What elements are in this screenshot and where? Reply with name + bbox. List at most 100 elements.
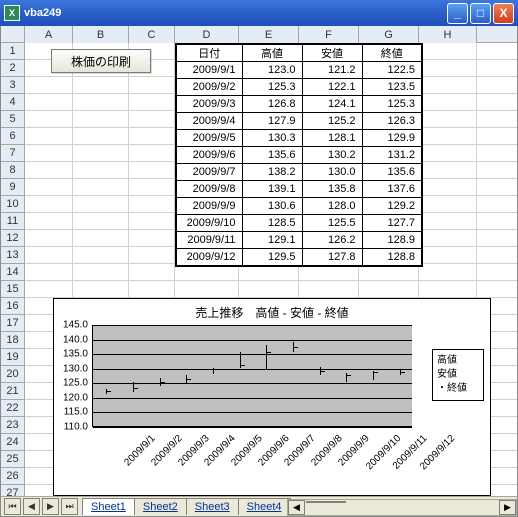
table-cell[interactable]: 122.1	[302, 79, 362, 96]
row-header[interactable]: 19	[1, 349, 24, 366]
table-cell[interactable]: 126.2	[302, 232, 362, 249]
table-cell[interactable]: 2009/9/11	[176, 232, 242, 249]
column-header[interactable]: F	[299, 26, 359, 43]
horizontal-scrollbar[interactable]: ◀ ▶	[287, 499, 517, 516]
chart[interactable]: 売上推移 高値 - 安値 - 終値 110.0115.0120.0125.013…	[53, 298, 491, 496]
table-cell[interactable]: 2009/9/8	[176, 181, 242, 198]
row-header[interactable]: 11	[1, 213, 24, 230]
table-cell[interactable]: 2009/9/6	[176, 147, 242, 164]
table-cell[interactable]: 128.1	[302, 130, 362, 147]
row-header[interactable]: 10	[1, 196, 24, 213]
row-header[interactable]: 26	[1, 468, 24, 485]
table-cell[interactable]: 2009/9/12	[176, 249, 242, 266]
column-header[interactable]: G	[359, 26, 419, 43]
table-cell[interactable]: 130.0	[302, 164, 362, 181]
row-header[interactable]: 12	[1, 230, 24, 247]
table-cell[interactable]: 127.8	[302, 249, 362, 266]
row-header[interactable]: 22	[1, 400, 24, 417]
table-cell[interactable]: 129.1	[242, 232, 302, 249]
column-header[interactable]: C	[129, 26, 175, 43]
table-cell[interactable]: 123.0	[242, 62, 302, 79]
table-cell[interactable]: 130.2	[302, 147, 362, 164]
scroll-left-button[interactable]: ◀	[288, 500, 305, 515]
row-header[interactable]: 3	[1, 77, 24, 94]
table-cell[interactable]: 2009/9/3	[176, 96, 242, 113]
stock-table[interactable]: 日付高値安値終値2009/9/1123.0121.2122.52009/9/21…	[175, 43, 423, 267]
minimize-button[interactable]: _	[447, 3, 468, 24]
table-cell[interactable]: 129.9	[362, 130, 422, 147]
row-header[interactable]: 18	[1, 332, 24, 349]
column-header[interactable]: A	[25, 26, 73, 43]
table-cell[interactable]: 121.2	[302, 62, 362, 79]
table-cell[interactable]: 130.3	[242, 130, 302, 147]
table-cell[interactable]: 135.8	[302, 181, 362, 198]
row-header[interactable]: 5	[1, 111, 24, 128]
sheet-tab[interactable]: Sheet3	[186, 498, 239, 515]
table-cell[interactable]: 131.2	[362, 147, 422, 164]
row-header[interactable]: 6	[1, 128, 24, 145]
table-cell[interactable]: 127.7	[362, 215, 422, 232]
column-headers[interactable]: ABCDEFGH	[1, 26, 517, 43]
table-cell[interactable]: 128.8	[362, 249, 422, 266]
sheet-tab[interactable]: Sheet4	[238, 498, 291, 515]
scrollbar-thumb[interactable]	[306, 501, 346, 503]
table-cell[interactable]: 138.2	[242, 164, 302, 181]
table-cell[interactable]: 128.9	[362, 232, 422, 249]
row-header[interactable]: 25	[1, 451, 24, 468]
table-cell[interactable]: 2009/9/7	[176, 164, 242, 181]
table-cell[interactable]: 137.6	[362, 181, 422, 198]
column-header[interactable]: D	[175, 26, 239, 43]
table-cell[interactable]: 130.6	[242, 198, 302, 215]
row-header[interactable]: 2	[1, 60, 24, 77]
column-header[interactable]: B	[73, 26, 129, 43]
table-cell[interactable]: 129.5	[242, 249, 302, 266]
table-cell[interactable]: 2009/9/10	[176, 215, 242, 232]
titlebar[interactable]: X vba249 _ □ X	[0, 0, 518, 26]
table-cell[interactable]: 2009/9/9	[176, 198, 242, 215]
row-header[interactable]: 8	[1, 162, 24, 179]
maximize-button[interactable]: □	[470, 3, 491, 24]
column-header[interactable]: H	[419, 26, 477, 43]
row-header[interactable]: 7	[1, 145, 24, 162]
table-cell[interactable]: 122.5	[362, 62, 422, 79]
sheet-tabstrip[interactable]: ⏮◀▶⏭ Sheet1Sheet2Sheet3Sheet4 ◀ ▶	[1, 496, 517, 516]
table-cell[interactable]: 2009/9/5	[176, 130, 242, 147]
table-cell[interactable]: 126.3	[362, 113, 422, 130]
tab-nav-button[interactable]: ⏮	[4, 498, 21, 515]
row-header[interactable]: 15	[1, 281, 24, 298]
row-header[interactable]: 23	[1, 417, 24, 434]
tab-nav-button[interactable]: ◀	[23, 498, 40, 515]
select-all-corner[interactable]	[1, 26, 25, 43]
table-cell[interactable]: 139.1	[242, 181, 302, 198]
row-header[interactable]: 20	[1, 366, 24, 383]
table-cell[interactable]: 125.3	[362, 96, 422, 113]
table-cell[interactable]: 128.5	[242, 215, 302, 232]
table-cell[interactable]: 123.5	[362, 79, 422, 96]
table-cell[interactable]: 135.6	[362, 164, 422, 181]
table-cell[interactable]: 2009/9/1	[176, 62, 242, 79]
close-button[interactable]: X	[493, 3, 514, 24]
table-cell[interactable]: 125.5	[302, 215, 362, 232]
row-header[interactable]: 16	[1, 298, 24, 315]
row-header[interactable]: 1	[1, 43, 24, 60]
print-stock-button[interactable]: 株価の印刷	[51, 49, 151, 73]
table-cell[interactable]: 126.8	[242, 96, 302, 113]
row-header[interactable]: 9	[1, 179, 24, 196]
sheet-tab[interactable]: Sheet2	[134, 498, 187, 515]
sheet-tab[interactable]: Sheet1	[82, 498, 135, 515]
table-cell[interactable]: 125.3	[242, 79, 302, 96]
row-header[interactable]: 17	[1, 315, 24, 332]
row-header[interactable]: 24	[1, 434, 24, 451]
table-cell[interactable]: 129.2	[362, 198, 422, 215]
table-cell[interactable]: 2009/9/2	[176, 79, 242, 96]
row-header[interactable]: 13	[1, 247, 24, 264]
worksheet[interactable]: ABCDEFGH 1234567891011121314151617181920…	[0, 26, 518, 517]
scroll-right-button[interactable]: ▶	[499, 500, 516, 515]
table-cell[interactable]: 128.0	[302, 198, 362, 215]
tab-nav-button[interactable]: ▶	[42, 498, 59, 515]
table-cell[interactable]: 127.9	[242, 113, 302, 130]
row-headers[interactable]: 1234567891011121314151617181920212223242…	[1, 26, 25, 496]
row-header[interactable]: 21	[1, 383, 24, 400]
table-cell[interactable]: 124.1	[302, 96, 362, 113]
tab-nav-button[interactable]: ⏭	[61, 498, 78, 515]
